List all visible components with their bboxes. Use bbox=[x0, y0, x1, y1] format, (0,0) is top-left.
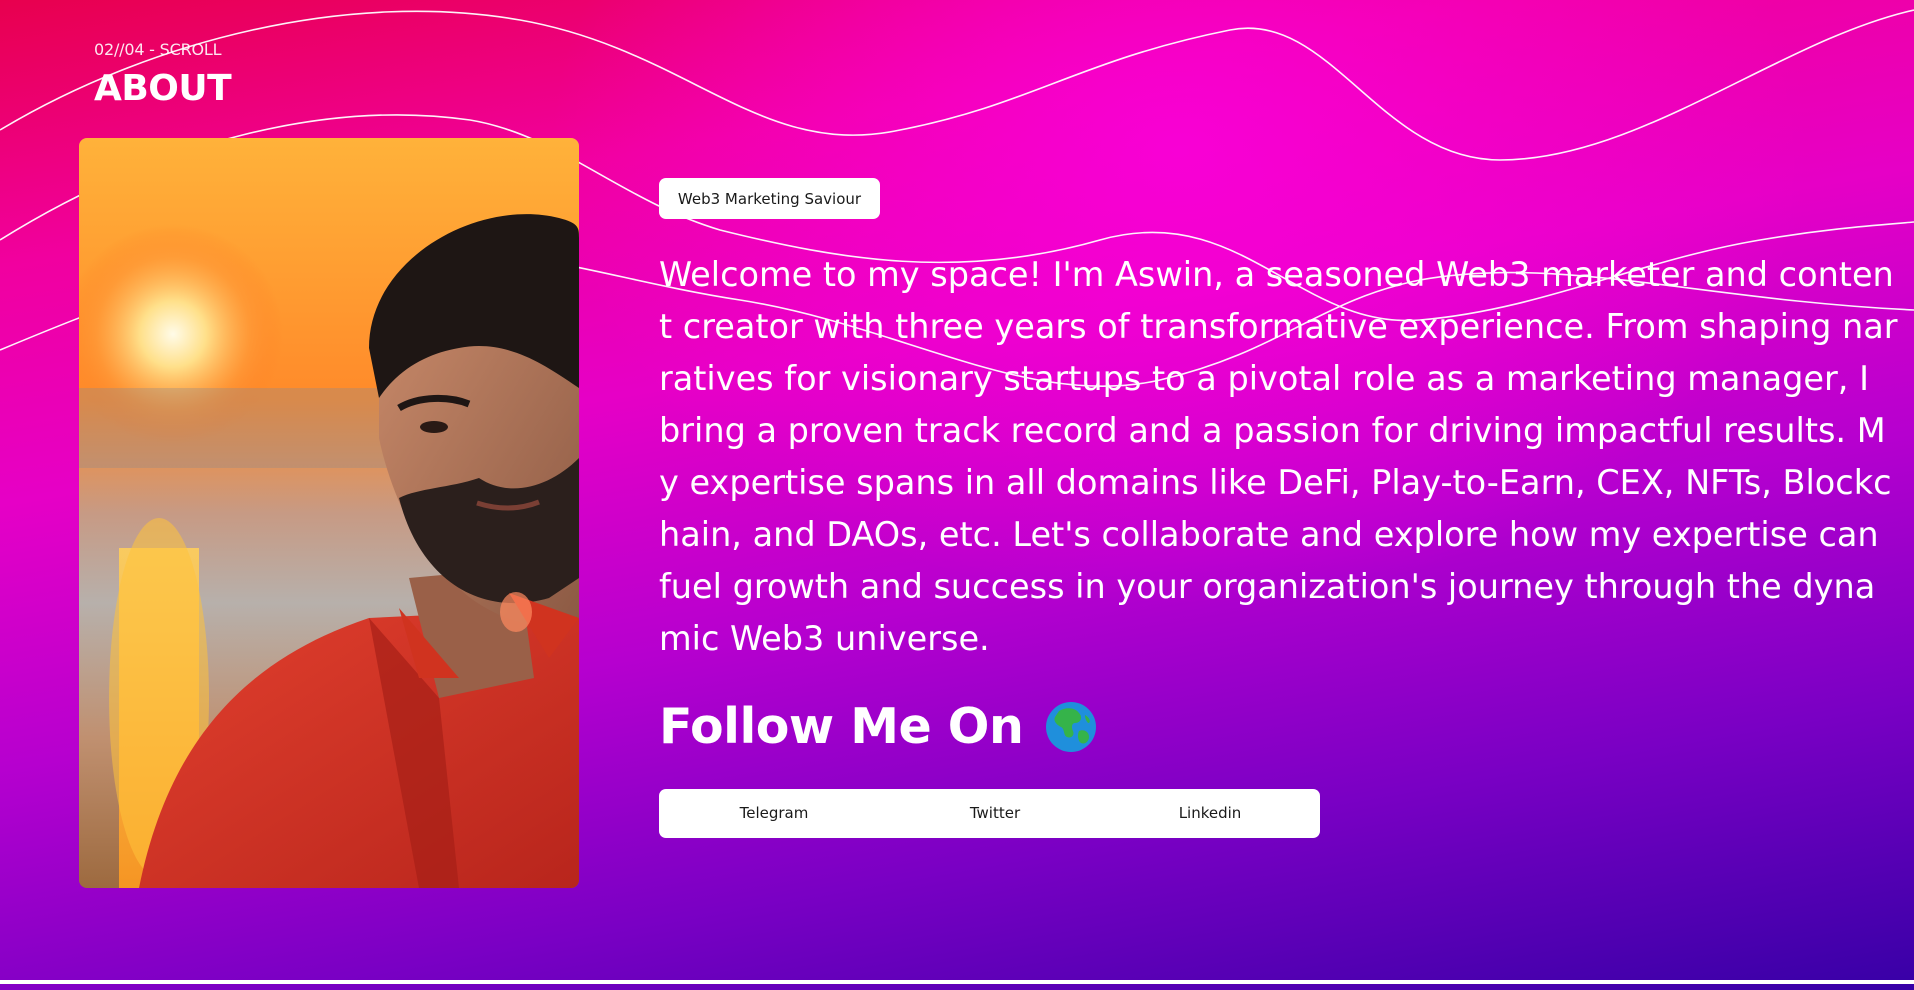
profile-photo bbox=[79, 138, 579, 888]
role-badge: Web3 Marketing Saviour bbox=[659, 178, 880, 219]
social-links-bar: Telegram Twitter Linkedin bbox=[659, 789, 1320, 838]
bio-paragraph: Welcome to my space! I'm Aswin, a season… bbox=[659, 255, 1898, 658]
follow-heading-text: Follow Me On bbox=[659, 698, 1024, 755]
globe-asia-icon bbox=[1045, 701, 1097, 753]
twitter-link[interactable]: Twitter bbox=[970, 789, 1020, 838]
bottom-divider bbox=[0, 980, 1914, 984]
scroll-indicator: 02//04 - SCROLL bbox=[94, 40, 222, 59]
follow-heading: Follow Me On bbox=[659, 698, 1097, 755]
telegram-link[interactable]: Telegram bbox=[740, 789, 809, 838]
linkedin-link[interactable]: Linkedin bbox=[1179, 789, 1242, 838]
section-title: ABOUT bbox=[94, 68, 232, 109]
